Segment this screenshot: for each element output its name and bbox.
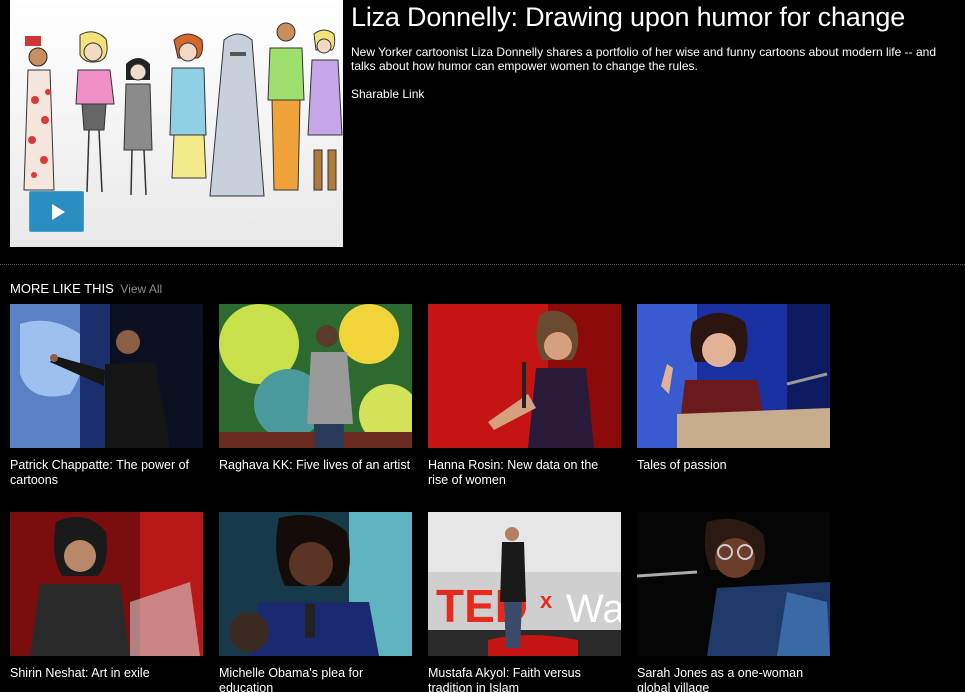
related-talk-title[interactable]: Shirin Neshat: Art in exile [10,666,203,681]
svg-text:x: x [540,588,553,613]
related-talk-card[interactable]: Sarah Jones as a one-woman global villag… [637,512,830,692]
related-talk-thumbnail[interactable]: TED x Wa [428,512,621,656]
sharable-link[interactable]: Sharable Link [351,87,424,101]
related-talk-card[interactable]: Michelle Obama's plea for education [219,512,412,692]
more-like-this-heading: MORE LIKE THIS [10,281,114,296]
related-talk-title[interactable]: Michelle Obama's plea for education [219,666,412,692]
related-talk-title[interactable]: Hanna Rosin: New data on the rise of wom… [428,458,621,488]
related-talk-thumbnail[interactable] [219,304,412,448]
play-button[interactable] [29,191,84,232]
related-talk-card[interactable]: Shirin Neshat: Art in exile [10,512,203,681]
svg-text:Wa: Wa [566,587,621,631]
view-all-link[interactable]: View All [120,282,162,296]
related-talk-thumbnail[interactable] [428,304,621,448]
related-talk-thumbnail[interactable] [637,512,830,656]
related-talk-title[interactable]: Tales of passion [637,458,830,473]
related-talk-card[interactable]: Patrick Chappatte: The power of cartoons [10,304,203,488]
more-like-this-header: MORE LIKE THIS View All [10,281,162,296]
related-talk-title[interactable]: Raghava KK: Five lives of an artist [219,458,412,473]
section-divider [0,264,965,265]
related-talk-title[interactable]: Patrick Chappatte: The power of cartoons [10,458,203,488]
related-talk-title[interactable]: Mustafa Akyol: Faith versus tradition in… [428,666,621,692]
talk-description: New Yorker cartoonist Liza Donnelly shar… [351,45,936,73]
talk-page: Liza Donnelly: Drawing upon humor for ch… [0,0,965,692]
related-talk-thumbnail[interactable] [219,512,412,656]
related-talk-card[interactable]: Raghava KK: Five lives of an artist [219,304,412,473]
related-talk-card[interactable]: Hanna Rosin: New data on the rise of wom… [428,304,621,488]
related-talk-card[interactable]: TED x Wa Mustafa Akyol: Faith versus tra… [428,512,621,692]
related-talk-thumbnail[interactable] [10,304,203,448]
related-talk-thumbnail[interactable] [10,512,203,656]
talk-thumbnail[interactable] [10,0,343,247]
related-talk-title[interactable]: Sarah Jones as a one-woman global villag… [637,666,830,692]
related-talk-thumbnail[interactable] [637,304,830,448]
play-icon [52,203,65,220]
talk-title: Liza Donnelly: Drawing upon humor for ch… [351,2,906,32]
related-talk-card[interactable]: Tales of passion [637,304,830,473]
